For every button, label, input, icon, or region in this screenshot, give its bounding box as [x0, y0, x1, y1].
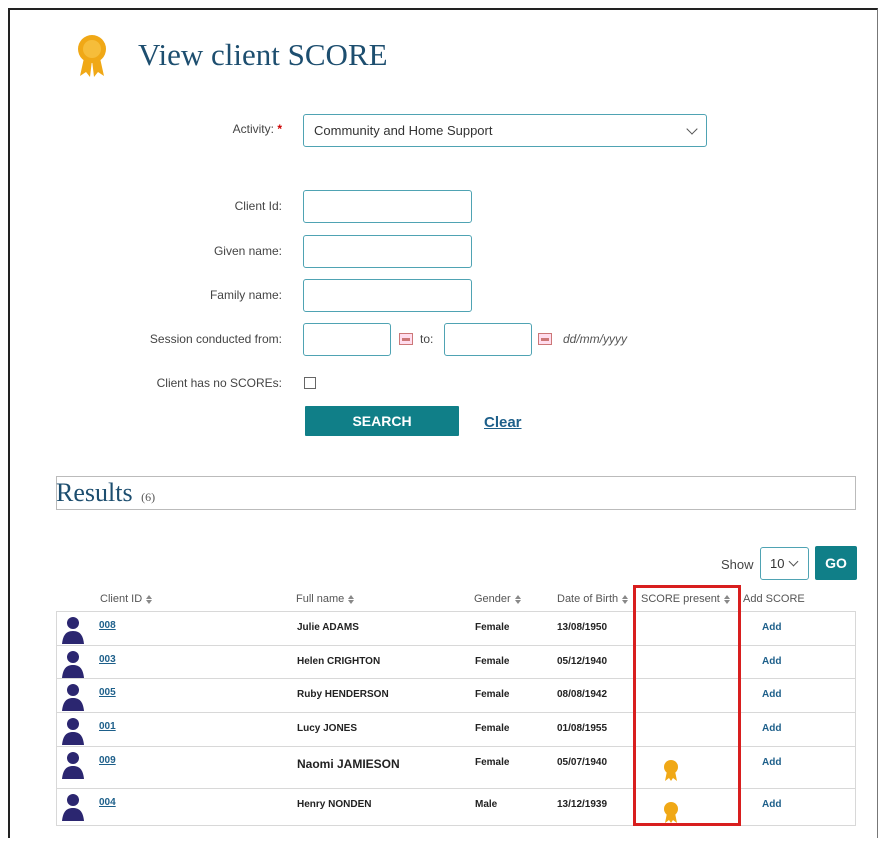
- chevron-down-icon: [686, 122, 698, 135]
- client-id-input[interactable]: [303, 190, 472, 223]
- activity-label: Activity: *: [232, 122, 282, 136]
- family-name-input[interactable]: [303, 279, 472, 312]
- gender: Female: [475, 689, 510, 701]
- session-to-input[interactable]: [444, 323, 532, 356]
- client-icon: [62, 617, 84, 644]
- client-id-link[interactable]: 009: [99, 755, 116, 766]
- date-of-birth: 13/12/1939: [557, 798, 608, 810]
- page-size-value: 10: [770, 556, 785, 571]
- client-icon: [62, 718, 84, 746]
- date-of-birth: 13/08/1950: [557, 622, 608, 633]
- client-icon: [62, 751, 84, 779]
- column-header-gender[interactable]: Gender: [474, 593, 523, 605]
- full-name: Naomi JAMIESON: [297, 756, 400, 771]
- date-of-birth: 08/08/1942: [557, 689, 608, 701]
- sort-icon: [620, 593, 630, 605]
- full-name: Henry NONDEN: [297, 798, 372, 810]
- activity-select[interactable]: Community and Home Support: [303, 114, 707, 147]
- gender: Male: [475, 798, 498, 810]
- gender: Female: [475, 655, 510, 667]
- search-button[interactable]: SEARCH: [305, 406, 459, 436]
- date-of-birth: 05/07/1940: [557, 756, 608, 768]
- gender: Female: [475, 622, 510, 633]
- column-header-client-id[interactable]: Client ID: [100, 593, 154, 605]
- client-id-link[interactable]: 003: [99, 654, 116, 665]
- results-title: Results (6): [56, 478, 156, 507]
- date-of-birth: 01/08/1955: [557, 723, 608, 735]
- client-id-link[interactable]: 001: [99, 721, 116, 732]
- session-from-input[interactable]: [303, 323, 391, 356]
- add-score-link[interactable]: Add: [762, 656, 781, 667]
- page-title: View client SCORE: [138, 37, 388, 72]
- date-of-birth: 05/12/1940: [557, 655, 608, 667]
- page-size-select[interactable]: 10: [760, 547, 809, 580]
- client-id-label: Client Id:: [234, 199, 282, 213]
- client-icon: [62, 793, 84, 821]
- page-header: View client SCORE: [72, 30, 388, 80]
- family-name-label: Family name:: [209, 288, 282, 302]
- column-header-date-of-birth[interactable]: Date of Birth: [557, 593, 630, 605]
- clear-link[interactable]: Clear: [484, 414, 522, 431]
- client-icon: [62, 684, 84, 712]
- date-format-hint: dd/mm/yyyy: [563, 332, 628, 346]
- no-scores-checkbox[interactable]: [304, 377, 316, 389]
- client-id-link[interactable]: 008: [99, 620, 116, 631]
- score-column-highlight: [633, 585, 741, 826]
- column-header-add-score: Add SCORE: [743, 593, 805, 605]
- sort-icon: [513, 593, 523, 605]
- add-score-link[interactable]: Add: [762, 622, 781, 633]
- client-id-link[interactable]: 004: [99, 797, 116, 808]
- go-button[interactable]: GO: [815, 546, 857, 580]
- chevron-down-icon: [789, 556, 799, 567]
- results-count: (6): [141, 490, 156, 504]
- score-ribbon-icon: [78, 35, 106, 77]
- session-to-label: to:: [420, 332, 434, 346]
- given-name-label: Given name:: [213, 244, 282, 258]
- given-name-input[interactable]: [303, 235, 472, 268]
- results-header-box: [56, 476, 856, 510]
- gender: Female: [475, 723, 510, 735]
- full-name: Lucy JONES: [297, 723, 358, 735]
- add-score-link[interactable]: Add: [762, 757, 781, 768]
- full-name: Ruby HENDERSON: [297, 689, 389, 701]
- session-from-label: Session conducted from:: [149, 332, 282, 346]
- sort-icon: [144, 593, 154, 605]
- client-id-link[interactable]: 005: [99, 687, 116, 698]
- column-header-full-name[interactable]: Full name: [296, 593, 356, 605]
- client-icon: [62, 650, 84, 678]
- full-name: Helen CRIGHTON: [297, 655, 381, 667]
- gender: Female: [475, 756, 510, 768]
- calendar-icon[interactable]: [399, 333, 413, 345]
- calendar-icon[interactable]: [538, 333, 552, 345]
- show-label: Show: [721, 557, 754, 572]
- add-score-link[interactable]: Add: [762, 799, 781, 810]
- add-score-link[interactable]: Add: [762, 723, 781, 734]
- add-score-link[interactable]: Add: [762, 689, 781, 700]
- no-scores-label: Client has no SCOREs:: [156, 376, 282, 390]
- activity-selected-value: Community and Home Support: [314, 123, 493, 138]
- sort-icon: [346, 593, 356, 605]
- full-name: Julie ADAMS: [297, 622, 359, 633]
